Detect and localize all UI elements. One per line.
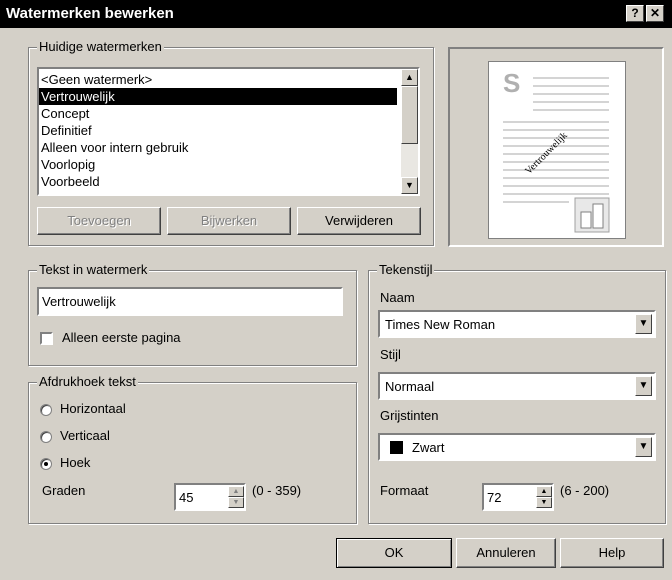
degrees-up-button[interactable]: ▲ [228, 486, 244, 497]
watermark-text-value: Vertrouwelijk [42, 294, 116, 309]
degrees-label: Graden [42, 483, 86, 498]
help-button[interactable]: Help [560, 538, 664, 568]
update-button[interactable]: Bijwerken [167, 207, 291, 235]
help-title-button[interactable]: ? [626, 5, 644, 22]
font-style-value: Normaal [385, 379, 435, 394]
list-item[interactable]: <Geen watermerk> [39, 71, 397, 88]
radio-vertical[interactable] [40, 431, 52, 443]
radio-vertical-label: Verticaal [60, 428, 110, 443]
cancel-button[interactable]: Annuleren [456, 538, 556, 568]
grayscale-dropdown[interactable]: Zwart ▼ [378, 433, 656, 461]
size-value: 72 [487, 490, 502, 505]
delete-button[interactable]: Verwijderen [297, 207, 421, 235]
scroll-thumb[interactable] [401, 86, 418, 144]
grayscale-label: Grijstinten [380, 408, 439, 423]
preview-panel: S Vertrouwelijk [448, 47, 664, 247]
chevron-down-icon[interactable]: ▼ [635, 376, 652, 396]
chevron-down-icon[interactable]: ▼ [635, 314, 652, 334]
list-item[interactable]: Alleen voor intern gebruik [39, 139, 397, 156]
watermark-text-input[interactable]: Vertrouwelijk [37, 287, 343, 316]
list-item[interactable]: Voorlopig [39, 156, 397, 173]
preview-page: S Vertrouwelijk [488, 61, 626, 239]
radio-angle-label: Hoek [60, 455, 91, 470]
first-page-checkbox[interactable] [40, 332, 53, 345]
title-bar: Watermerken bewerken ? ✕ [0, 0, 672, 28]
chevron-down-icon[interactable]: ▼ [635, 437, 652, 457]
color-swatch [390, 441, 403, 454]
dialog-title: Watermerken bewerken [6, 5, 174, 22]
degrees-value: 45 [179, 490, 194, 505]
font-style-dropdown[interactable]: Normaal ▼ [378, 372, 656, 400]
list-item[interactable]: Vertrouwelijk [39, 88, 397, 105]
radio-horizontal-label: Horizontaal [60, 401, 126, 416]
radio-angle[interactable] [40, 458, 52, 470]
font-name-dropdown[interactable]: Times New Roman ▼ [378, 310, 656, 338]
list-item[interactable]: Concept [39, 105, 397, 122]
grayscale-value: Zwart [412, 440, 445, 455]
degrees-spinbox[interactable]: 45 ▲ ▼ [174, 483, 246, 511]
radio-horizontal[interactable] [40, 404, 52, 416]
close-button[interactable]: ✕ [646, 5, 664, 22]
current-watermarks-legend: Huidige watermerken [37, 39, 164, 54]
watermark-list[interactable]: <Geen watermerk> Vertrouwelijk Concept Defi… [37, 67, 420, 196]
watermark-text-group: Tekst in watermerk [28, 262, 357, 366]
ok-button[interactable]: OK [336, 538, 452, 568]
size-spinbox[interactable]: 72 ▲ ▼ [482, 483, 554, 511]
add-button[interactable]: Toevoegen [37, 207, 161, 235]
list-item[interactable]: Definitief [39, 122, 397, 139]
degrees-range: (0 - 359) [252, 483, 302, 498]
size-up-button[interactable]: ▲ [536, 486, 552, 497]
watermark-text-legend: Tekst in watermerk [37, 262, 150, 277]
scroll-up-button[interactable]: ▲ [401, 69, 418, 86]
font-name-value: Times New Roman [385, 317, 496, 332]
print-angle-legend: Afdrukhoek tekst [37, 374, 138, 389]
degrees-down-button[interactable]: ▼ [228, 497, 244, 508]
font-name-label: Naam [380, 290, 415, 305]
list-scrollbar[interactable]: ▲ ▼ [401, 69, 418, 194]
size-label: Formaat [380, 483, 429, 498]
font-style-label: Stijl [380, 347, 401, 362]
scroll-down-button[interactable]: ▼ [401, 177, 418, 194]
list-item[interactable]: Voorbeeld [39, 173, 397, 190]
size-range: (6 - 200) [560, 483, 610, 498]
first-page-label: Alleen eerste pagina [62, 330, 181, 345]
size-down-button[interactable]: ▼ [536, 497, 552, 508]
font-style-legend: Tekenstijl [377, 262, 435, 277]
